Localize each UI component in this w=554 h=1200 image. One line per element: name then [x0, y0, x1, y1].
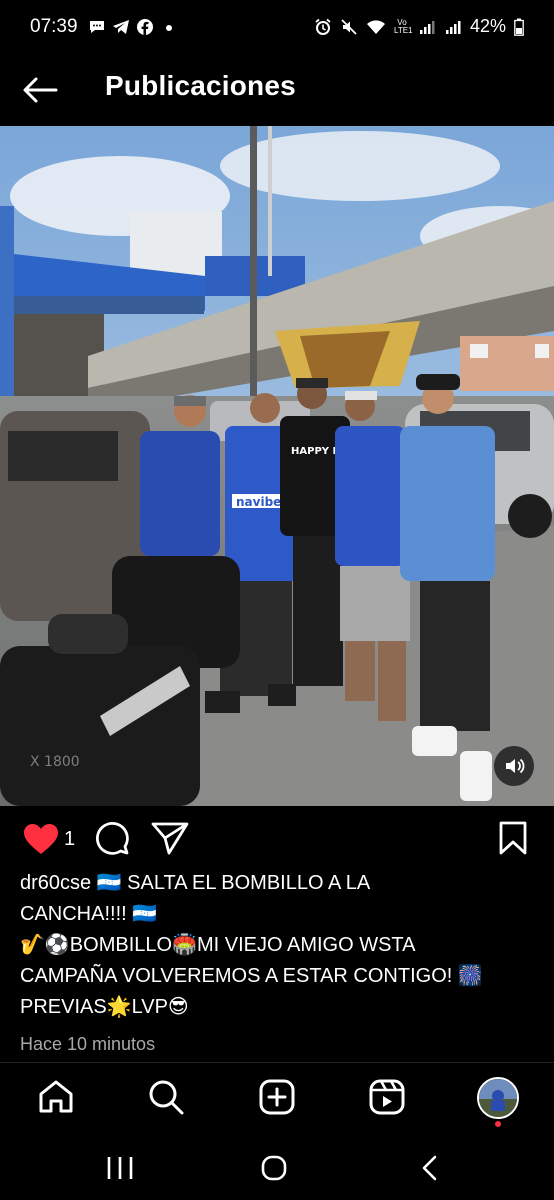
avatar-image [479, 1079, 517, 1117]
create-icon [259, 1079, 295, 1115]
back-chevron-icon [422, 1155, 437, 1181]
system-back-button[interactable] [410, 1152, 450, 1184]
paper-plane-icon [151, 822, 189, 855]
bottom-nav [0, 1062, 554, 1135]
chat-bubble-icon [90, 21, 104, 33]
status-time: 07:39 [30, 16, 78, 37]
nav-create[interactable] [257, 1077, 297, 1117]
system-home-button[interactable] [254, 1152, 294, 1184]
telegram-icon [113, 20, 129, 34]
mute-icon [341, 18, 357, 35]
alarm-icon [315, 18, 331, 35]
post-timestamp: Hace 10 minutos [20, 1034, 156, 1054]
recents-icon [107, 1157, 133, 1179]
caption-line: dr60cse 🇭🇳 SALTA EL BOMBILLO A LA [20, 872, 371, 894]
dot-icon [166, 25, 172, 31]
caption-line: CANCHA!!!! 🇭🇳 [20, 903, 158, 925]
photo-scene: navibet HAPPY MOMENT X 1800 [0, 126, 554, 806]
status-left-icons [88, 18, 178, 36]
search-icon [149, 1080, 184, 1115]
signal-icon [445, 20, 461, 34]
speaker-icon [506, 758, 525, 774]
status-bar: 07:39 Vo LTE1 42% [0, 0, 554, 56]
heart-icon [24, 824, 58, 854]
system-nav [0, 1134, 554, 1200]
post-photo[interactable]: navibet HAPPY MOMENT X 1800 [0, 126, 554, 806]
shirt-brand-text: navibet [236, 495, 287, 509]
notification-dot [495, 1121, 501, 1127]
caption-line: CAMPAÑA VOLVEREMOS A ESTAR CONTIGO! 🎆 [20, 965, 483, 987]
recents-button[interactable] [100, 1152, 140, 1184]
comment-icon [96, 822, 129, 855]
caption-line: 🎷⚽BOMBILLO🏟️MI VIEJO AMIGO WSTA [20, 934, 416, 956]
profile-avatar[interactable] [477, 1077, 519, 1119]
moto-text: X 1800 [30, 754, 80, 770]
arrow-left-icon [23, 77, 58, 103]
share-button[interactable] [150, 820, 190, 856]
home-icon [39, 1080, 73, 1113]
status-right-icons: Vo LTE1 42% [314, 16, 524, 37]
nav-search[interactable] [146, 1077, 186, 1117]
wifi-icon [366, 19, 385, 34]
battery-icon [514, 18, 524, 36]
nav-home[interactable] [36, 1077, 76, 1117]
page-title: Publicaciones [105, 70, 296, 101]
comment-button[interactable] [94, 820, 130, 856]
like-button[interactable] [22, 822, 60, 856]
facebook-icon [137, 19, 153, 35]
home-circle-icon [261, 1155, 287, 1181]
sound-toggle-button[interactable] [494, 746, 534, 786]
save-button[interactable] [496, 820, 530, 856]
volte-label: Vo LTE1 [393, 17, 413, 35]
post-caption: dr60cse 🇭🇳 SALTA EL BOMBILLO A LA CANCHA… [20, 868, 540, 1023]
caption-line: PREVIAS🌟LVP😎 [20, 996, 189, 1018]
post-actions: 1 [0, 812, 554, 864]
bookmark-icon [499, 821, 527, 855]
like-count[interactable]: 1 [64, 828, 75, 851]
header: Publicaciones [0, 56, 554, 126]
back-button[interactable] [20, 72, 60, 108]
battery-percent: 42% [469, 16, 506, 36]
reels-icon [369, 1079, 405, 1115]
nav-reels[interactable] [367, 1077, 407, 1117]
signal-icon [419, 20, 435, 34]
